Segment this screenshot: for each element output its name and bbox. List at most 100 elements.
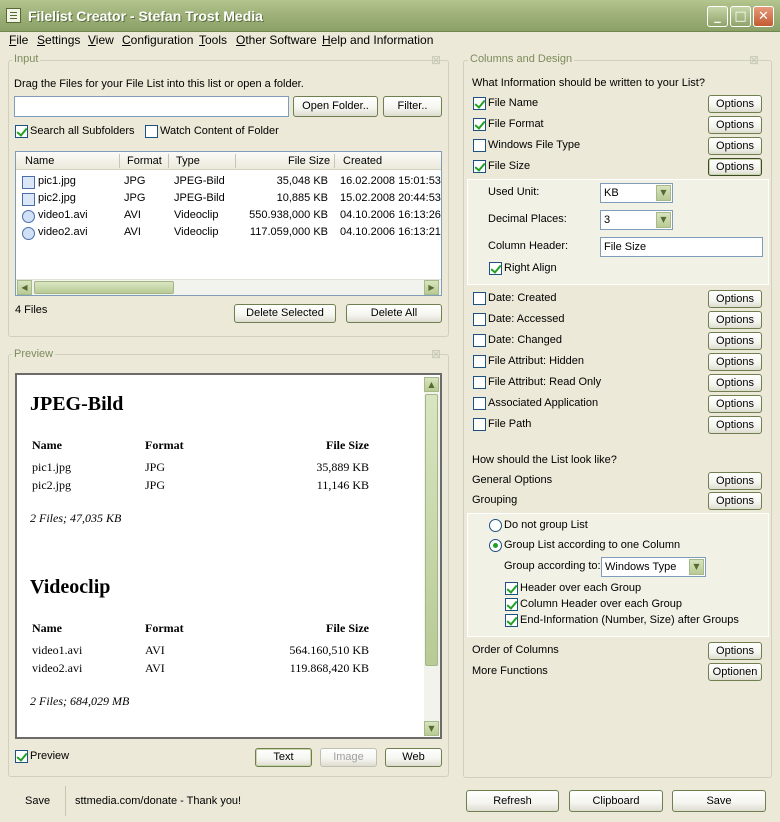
- refresh-button[interactable]: Refresh: [466, 790, 559, 812]
- used-unit-label: Used Unit:: [488, 186, 540, 198]
- menu-configuration[interactable]: Configuration: [122, 33, 193, 47]
- end-information-checkbox[interactable]: [505, 614, 518, 627]
- table-row[interactable]: video1.avi AVI Videoclip 550.938,000 KB …: [16, 208, 441, 225]
- attr-readonly-options-button[interactable]: Options: [708, 374, 762, 392]
- minimize-button[interactable]: _: [707, 6, 728, 27]
- menu-help[interactable]: Help and Information: [322, 33, 433, 47]
- watch-folder-label: Watch Content of Folder: [160, 125, 279, 137]
- header-each-group-checkbox[interactable]: [505, 582, 518, 595]
- delete-selected-button[interactable]: Delete Selected: [234, 304, 336, 323]
- filter-button[interactable]: Filter..: [383, 96, 442, 117]
- file-path-options-button[interactable]: Options: [708, 416, 762, 434]
- col-created[interactable]: Created: [343, 155, 382, 167]
- file-format-checkbox[interactable]: [473, 118, 486, 131]
- column-header-each-group-checkbox[interactable]: [505, 598, 518, 611]
- delete-all-button[interactable]: Delete All: [346, 304, 442, 323]
- scroll-right-icon[interactable]: ▶: [424, 280, 439, 295]
- date-changed-label: Date: Changed: [488, 334, 562, 346]
- app-icon: [6, 8, 21, 23]
- right-align-checkbox[interactable]: [489, 262, 502, 275]
- group-according-label: Group according to:: [504, 560, 601, 572]
- date-created-checkbox[interactable]: [473, 292, 486, 305]
- decimal-places-select[interactable]: 3 ▼: [600, 210, 673, 230]
- date-accessed-checkbox[interactable]: [473, 313, 486, 326]
- attr-readonly-checkbox[interactable]: [473, 376, 486, 389]
- col-file-size[interactable]: File Size: [288, 155, 330, 167]
- text-button[interactable]: Text: [255, 748, 312, 767]
- table-row[interactable]: pic1.jpg JPG JPEG-Bild 35,048 KB 16.02.2…: [16, 174, 441, 191]
- maximize-button[interactable]: □: [730, 6, 751, 27]
- table-row[interactable]: pic2.jpg JPG JPEG-Bild 10,885 KB 15.02.2…: [16, 191, 441, 208]
- look-question: How should the List look like?: [472, 454, 617, 466]
- preview-pane[interactable]: JPEG-Bild Name Format File Size pic1.jpg…: [15, 373, 442, 739]
- right-align-label: Right Align: [504, 262, 557, 274]
- image-button[interactable]: Image: [320, 748, 377, 767]
- preview-group-heading: Videoclip: [30, 576, 111, 598]
- menu-tools[interactable]: Tools: [199, 33, 227, 47]
- dock-icon[interactable]: ⊠: [430, 54, 442, 66]
- file-name-options-button[interactable]: Options: [708, 95, 762, 113]
- dock-icon[interactable]: ⊠: [430, 348, 442, 360]
- close-button[interactable]: ✕: [753, 6, 774, 27]
- web-button[interactable]: Web: [385, 748, 442, 767]
- order-columns-label: Order of Columns: [472, 644, 559, 656]
- scroll-up-icon[interactable]: ▲: [424, 377, 439, 392]
- col-format[interactable]: Format: [127, 155, 162, 167]
- general-options-button[interactable]: Options: [708, 472, 762, 490]
- file-format-options-button[interactable]: Options: [708, 116, 762, 134]
- title-bar: Filelist Creator - Stefan Trost Media _ …: [0, 0, 780, 32]
- file-path-checkbox[interactable]: [473, 418, 486, 431]
- watch-folder-checkbox[interactable]: [145, 125, 158, 138]
- order-columns-options-button[interactable]: Options: [708, 642, 762, 660]
- column-header-input[interactable]: File Size: [600, 237, 763, 257]
- clipboard-button[interactable]: Clipboard: [569, 790, 663, 812]
- search-subfolders-checkbox[interactable]: [15, 125, 28, 138]
- save-button[interactable]: Save: [672, 790, 766, 812]
- menu-settings[interactable]: Settings: [37, 33, 80, 47]
- grouping-options-button[interactable]: Options: [708, 492, 762, 510]
- path-input[interactable]: [14, 96, 289, 117]
- menu-other-software[interactable]: Other Software: [236, 33, 317, 47]
- status-donate-text: sttmedia.com/donate - Thank you!: [75, 795, 242, 807]
- menu-bar: File Settings View Configuration Tools O…: [0, 32, 780, 52]
- scroll-down-icon[interactable]: ▼: [424, 721, 439, 736]
- search-subfolders-label: Search all Subfolders: [30, 125, 135, 137]
- file-name-checkbox[interactable]: [473, 97, 486, 110]
- scroll-left-icon[interactable]: ◀: [17, 280, 32, 295]
- windows-file-type-options-button[interactable]: Options: [708, 137, 762, 155]
- table-row[interactable]: video2.avi AVI Videoclip 117.059,000 KB …: [16, 225, 441, 242]
- scroll-thumb[interactable]: [34, 281, 174, 294]
- chevron-down-icon: ▼: [656, 185, 671, 201]
- attr-hidden-checkbox[interactable]: [473, 355, 486, 368]
- input-group-title: Input: [12, 53, 41, 65]
- file-size-checkbox[interactable]: [473, 160, 486, 173]
- windows-file-type-label: Windows File Type: [488, 139, 581, 151]
- col-name[interactable]: Name: [25, 155, 54, 167]
- menu-view[interactable]: View: [88, 33, 114, 47]
- used-unit-select[interactable]: KB ▼: [600, 183, 673, 203]
- date-changed-options-button[interactable]: Options: [708, 332, 762, 350]
- no-group-radio[interactable]: [489, 519, 502, 532]
- group-one-column-radio[interactable]: [489, 539, 502, 552]
- chevron-down-icon: ▼: [689, 559, 704, 575]
- associated-app-checkbox[interactable]: [473, 397, 486, 410]
- associated-app-options-button[interactable]: Options: [708, 395, 762, 413]
- menu-file[interactable]: File: [9, 33, 28, 47]
- windows-file-type-checkbox[interactable]: [473, 139, 486, 152]
- date-created-options-button[interactable]: Options: [708, 290, 762, 308]
- col-type[interactable]: Type: [176, 155, 200, 167]
- group-according-select[interactable]: Windows Type ▼: [601, 557, 706, 577]
- preview-checkbox-label: Preview: [30, 750, 70, 762]
- open-folder-button[interactable]: Open Folder..: [293, 96, 378, 117]
- date-accessed-options-button[interactable]: Options: [708, 311, 762, 329]
- date-changed-checkbox[interactable]: [473, 334, 486, 347]
- attr-hidden-options-button[interactable]: Options: [708, 353, 762, 371]
- preview-checkbox[interactable]: [15, 750, 28, 763]
- vertical-scrollbar[interactable]: ▲ ▼: [424, 377, 440, 736]
- dock-icon[interactable]: ⊠: [748, 54, 760, 66]
- more-functions-options-button[interactable]: Optionen: [708, 663, 762, 681]
- horizontal-scrollbar[interactable]: ◀ ▶: [16, 279, 441, 295]
- file-list[interactable]: Name Format Type File Size Created pic1.…: [15, 151, 442, 296]
- file-size-options-button[interactable]: Options: [708, 158, 762, 176]
- scroll-thumb[interactable]: [425, 394, 438, 666]
